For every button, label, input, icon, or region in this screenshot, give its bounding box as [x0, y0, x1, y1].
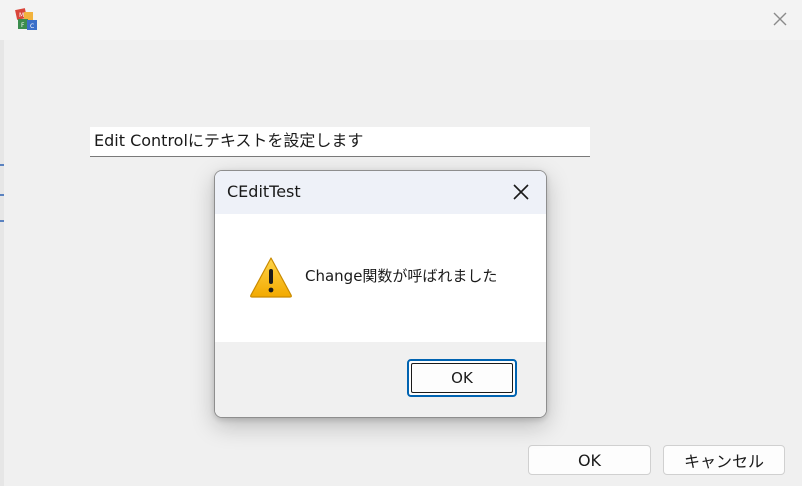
message-ok-label: OK [451, 369, 473, 387]
message-box-body: Change関数が呼ばれました [215, 214, 546, 342]
cancel-button[interactable]: キャンセル [663, 445, 785, 475]
mfc-app-icon: M F C [14, 6, 40, 32]
message-text: Change関数が呼ばれました [305, 267, 498, 285]
svg-text:F: F [21, 22, 25, 29]
svg-text:C: C [30, 23, 34, 30]
left-edge-mark [0, 164, 4, 166]
edit-control[interactable]: Edit Controlにテキストを設定します [90, 127, 590, 157]
svg-text:M: M [19, 12, 24, 19]
left-edge-mark [0, 194, 4, 196]
message-box-titlebar[interactable]: CEditTest [215, 171, 546, 214]
message-box-title: CEditTest [227, 182, 301, 201]
window-left-edge [0, 40, 4, 486]
warning-icon [249, 255, 293, 299]
close-icon[interactable] [764, 4, 796, 34]
main-titlebar[interactable]: M F C [0, 0, 802, 40]
left-edge-mark [0, 220, 4, 222]
message-box: CEditTest Change関数が呼ばれました OK [214, 170, 547, 418]
message-ok-button[interactable]: OK [407, 359, 517, 397]
ok-button[interactable]: OK [528, 445, 651, 475]
message-box-footer: OK [215, 342, 546, 417]
close-icon[interactable] [505, 177, 537, 207]
